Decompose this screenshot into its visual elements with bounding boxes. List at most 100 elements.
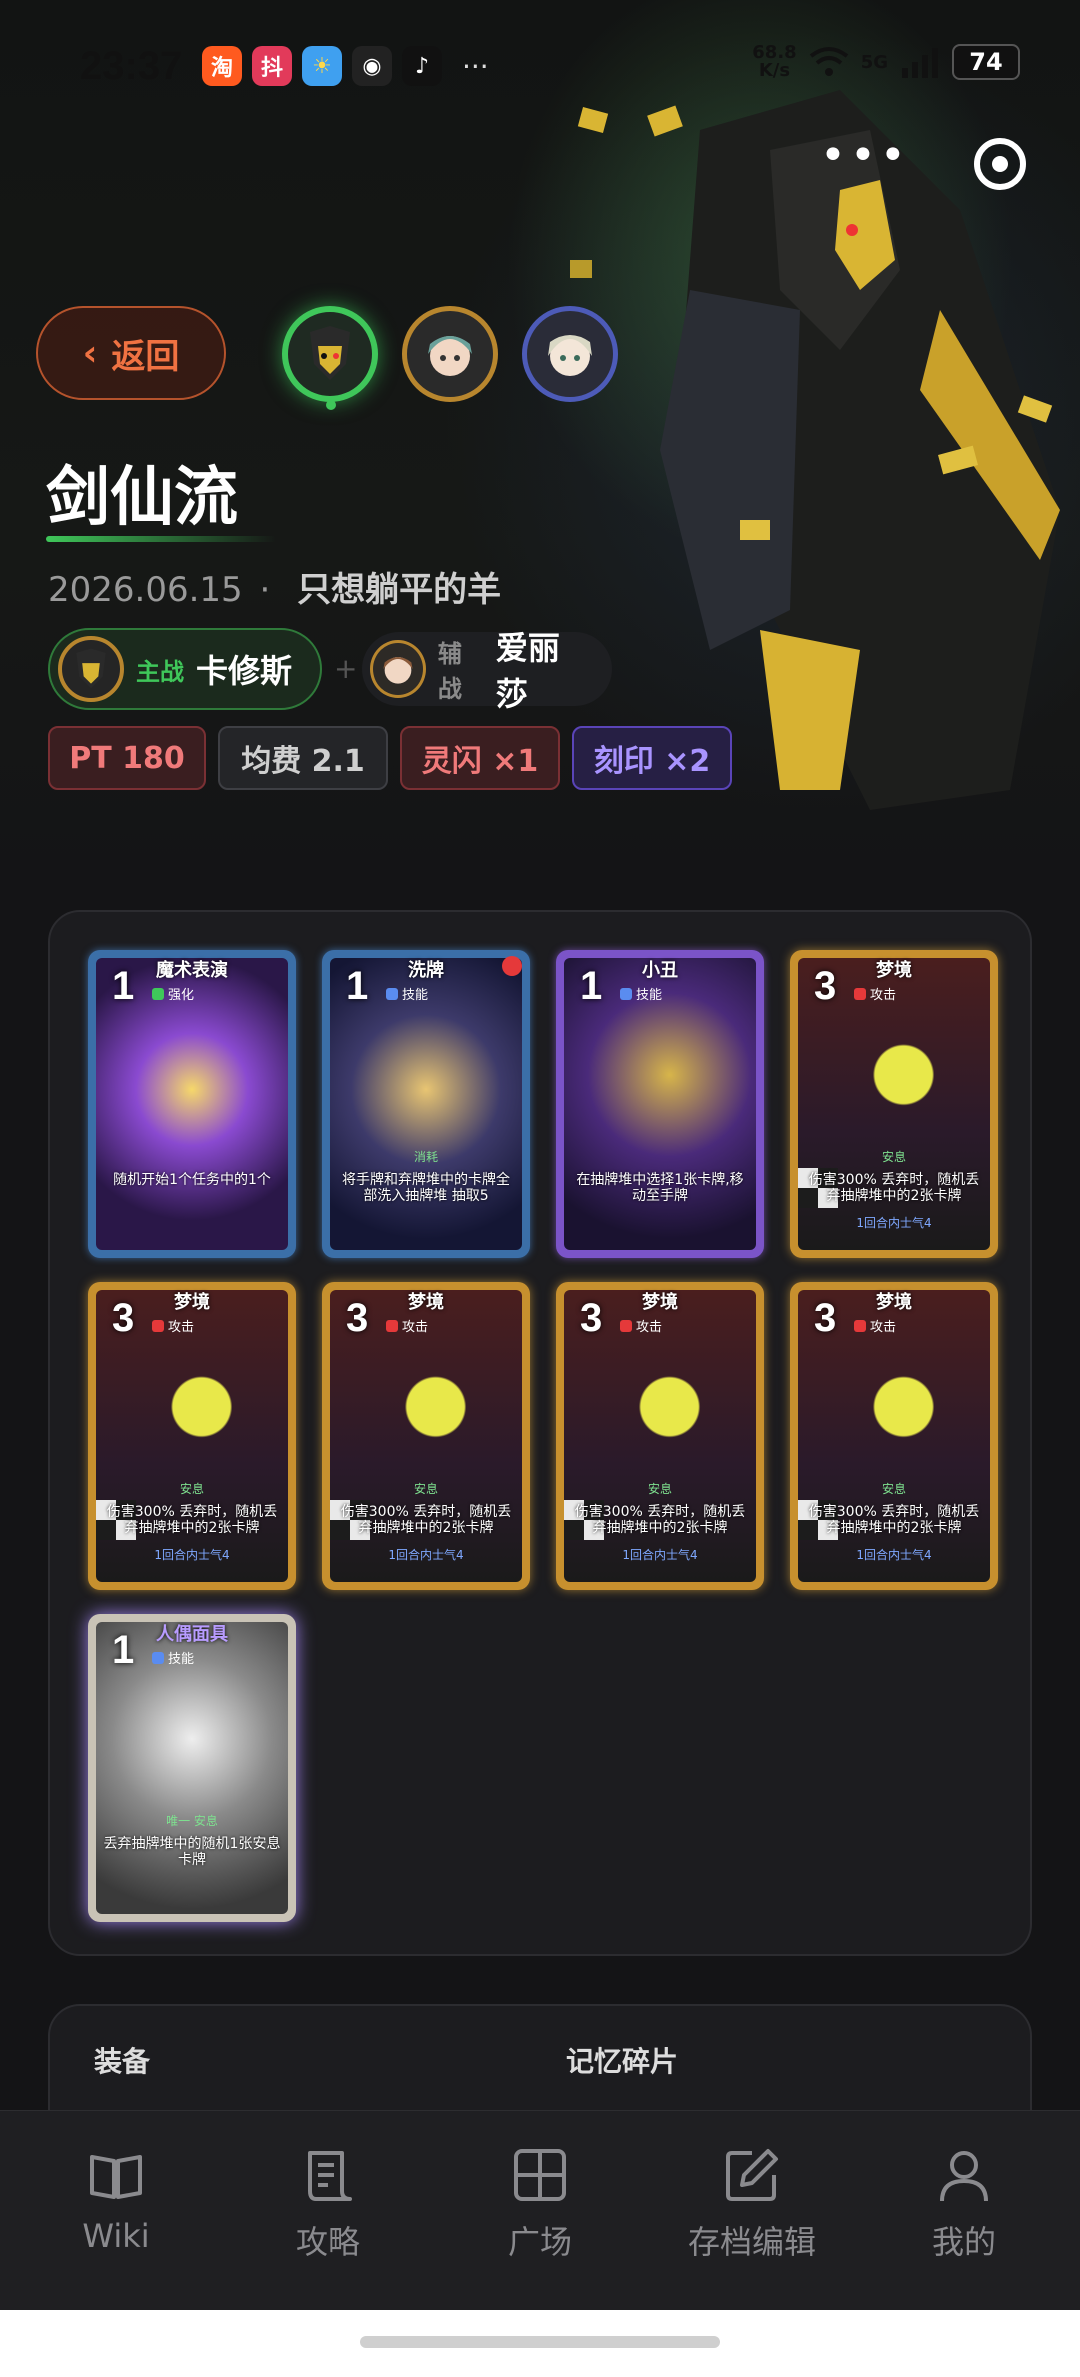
sub-role-chip[interactable]: 辅战 爱丽莎 xyxy=(362,629,612,713)
character-illustration xyxy=(570,90,1060,810)
nav-wiki[interactable]: Wiki xyxy=(26,2145,206,2255)
card-cost: 3 xyxy=(112,1296,135,1340)
bottom-nav: Wiki 攻略 广场 存档编辑 我的 xyxy=(0,2110,1080,2310)
memory-heading: 记忆碎片 xyxy=(566,2045,679,2078)
skill-type-icon xyxy=(152,1652,164,1664)
card-type: 技能 xyxy=(620,984,662,1003)
deck-meta: 2026.06.15 · 只想躺平的羊 xyxy=(48,562,501,611)
grid-icon xyxy=(514,2149,566,2201)
taobao-app-icon: 淘 xyxy=(202,46,242,86)
home-indicator[interactable] xyxy=(360,2336,720,2348)
scroll-icon xyxy=(308,2151,352,2201)
card-keyword: 安息 xyxy=(647,1482,672,1496)
nav-label: Wiki xyxy=(82,2217,150,2255)
card-type-label: 攻击 xyxy=(870,1320,897,1335)
card-cost: 3 xyxy=(346,1296,369,1340)
card-type: 技能 xyxy=(386,984,428,1003)
card[interactable]: 梦境 3 攻击 安息 伤害300% 丢弃时，随机丢弃抽牌堆中的2张卡牌 1回合内… xyxy=(556,1282,764,1590)
card-type-label: 攻击 xyxy=(870,988,897,1003)
card[interactable]: 梦境 3 攻击 安息 伤害300% 丢弃时，随机丢弃抽牌堆中的2张卡牌 1回合内… xyxy=(88,1282,296,1590)
card-description: 将手牌和弃牌堆中的卡牌全部洗入抽牌堆 抽取5 xyxy=(342,1172,510,1204)
card[interactable]: 魔术表演 1 强化 随机开始1个任务中的1个 xyxy=(88,950,296,1258)
card-type-label: 攻击 xyxy=(636,1320,663,1335)
nav-label: 广场 xyxy=(507,2223,572,2261)
network-speed: 68.8 K/s xyxy=(752,44,796,80)
character-avatar[interactable] xyxy=(522,306,618,402)
card-type: 攻击 xyxy=(620,1316,662,1335)
card-keyword: 安息 xyxy=(881,1482,906,1496)
buff-type-icon xyxy=(152,988,164,1000)
card-cost: 1 xyxy=(346,964,369,1008)
card[interactable]: 梦境 3 攻击 安息 伤害300% 丢弃时，随机丢弃抽牌堆中的2张卡牌 1回合内… xyxy=(790,1282,998,1590)
card-description: 在抽牌堆中选择1张卡牌,移动至手牌 xyxy=(576,1172,744,1204)
signal-type: 5G xyxy=(860,51,888,73)
card-type-label: 技能 xyxy=(402,988,429,1003)
chevron-left-icon: ‹ xyxy=(82,332,98,374)
nav-square[interactable]: 广场 xyxy=(450,2145,630,2263)
main-role-tag: 主战 xyxy=(136,657,184,686)
card-description: 伤害300% 丢弃时，随机丢弃抽牌堆中的2张卡牌 xyxy=(574,1504,746,1536)
card-description: 伤害300% 丢弃时，随机丢弃抽牌堆中的2张卡牌 xyxy=(106,1504,278,1536)
music-app-icon: ◉ xyxy=(352,46,392,86)
card-footer: 1回合内士气4 xyxy=(154,1548,230,1562)
card-keyword: 安息 xyxy=(179,1482,204,1496)
net-speed-unit: K/s xyxy=(758,60,791,81)
card-list-panel: 魔术表演 1 强化 随机开始1个任务中的1个 洗牌 1 技能 消耗 将手牌和弃牌… xyxy=(48,910,1032,1956)
nav-label: 我的 xyxy=(931,2223,996,2261)
more-menu-button[interactable]: ••• xyxy=(820,130,910,181)
more-notifications-icon: ··· xyxy=(462,50,489,83)
deck-title: 剑仙流 xyxy=(46,461,238,535)
nav-guide[interactable]: 攻略 xyxy=(238,2145,418,2263)
character-avatar[interactable] xyxy=(402,306,498,402)
card[interactable]: 人偶面具 1 技能 唯一 安息 丢弃抽牌堆中的随机1张安息卡牌 xyxy=(88,1614,296,1922)
card[interactable]: 小丑 1 技能 在抽牌堆中选择1张卡牌,移动至手牌 xyxy=(556,950,764,1258)
girl-avatar-icon xyxy=(383,657,413,684)
card[interactable]: 洗牌 1 技能 消耗 将手牌和弃牌堆中的卡牌全部洗入抽牌堆 抽取5 xyxy=(322,950,530,1258)
sub-role-avatar xyxy=(370,640,426,698)
pt-tag: PT 180 xyxy=(48,726,206,790)
main-role-chip[interactable]: 主战 卡修斯 xyxy=(48,628,322,710)
nav-label: 攻略 xyxy=(295,2223,360,2261)
attack-type-icon xyxy=(152,1320,164,1332)
plus-sign: + xyxy=(334,652,358,685)
elf-avatar-icon xyxy=(548,335,592,376)
card-cost: 3 xyxy=(814,1296,837,1340)
back-label: 返回 xyxy=(111,336,180,377)
deck-date: 2026.06.15 xyxy=(48,570,243,610)
card-footer: 1回合内士气4 xyxy=(622,1548,698,1562)
card-description: 伤害300% 丢弃时，随机丢弃抽牌堆中的2张卡牌 xyxy=(340,1504,512,1536)
card[interactable]: 梦境 3 攻击 安息 伤害300% 丢弃时，随机丢弃抽牌堆中的2张卡牌 1回合内… xyxy=(790,950,998,1258)
character-avatar-selected[interactable] xyxy=(282,306,378,402)
card-type: 强化 xyxy=(152,984,194,1003)
card-description: 随机开始1个任务中的1个 xyxy=(113,1172,271,1188)
user-icon xyxy=(940,2151,988,2202)
avg-cost-tag: 均费 2.1 xyxy=(218,726,388,790)
card-keyword: 安息 xyxy=(881,1150,906,1164)
edit-icon xyxy=(726,2149,778,2201)
main-role-name: 卡修斯 xyxy=(196,652,293,690)
imprint-tag: 刻印 ×2 xyxy=(572,726,732,790)
attack-type-icon xyxy=(854,988,866,1000)
wifi-icon xyxy=(809,47,848,76)
mask-icon xyxy=(76,648,106,689)
card-keyword: 唯一 安息 xyxy=(166,1814,218,1828)
meta-separator: · xyxy=(259,570,271,610)
back-button[interactable]: ‹ 返回 xyxy=(36,306,226,400)
card-type: 攻击 xyxy=(854,984,896,1003)
card-cost: 1 xyxy=(112,964,135,1008)
nav-save-editor[interactable]: 存档编辑 xyxy=(662,2145,842,2263)
deck-author[interactable]: 只想躺平的羊 xyxy=(297,570,501,610)
card-footer: 1回合内士气4 xyxy=(856,1548,932,1562)
attack-type-icon xyxy=(386,1320,398,1332)
card-type: 技能 xyxy=(152,1648,194,1667)
card-description: 伤害300% 丢弃时，随机丢弃抽牌堆中的2张卡牌 xyxy=(808,1504,980,1536)
nav-profile[interactable]: 我的 xyxy=(874,2145,1054,2263)
close-miniprogram-icon[interactable] xyxy=(974,138,1026,190)
battery-indicator: 74 xyxy=(952,44,1020,80)
card-type: 攻击 xyxy=(854,1316,896,1335)
card-type-label: 技能 xyxy=(168,1652,195,1667)
douyin-app-icon: 抖 xyxy=(252,46,292,86)
nav-label: 存档编辑 xyxy=(687,2223,816,2261)
card[interactable]: 梦境 3 攻击 安息 伤害300% 丢弃时，随机丢弃抽牌堆中的2张卡牌 1回合内… xyxy=(322,1282,530,1590)
card-footer: 1回合内士气4 xyxy=(388,1548,464,1562)
